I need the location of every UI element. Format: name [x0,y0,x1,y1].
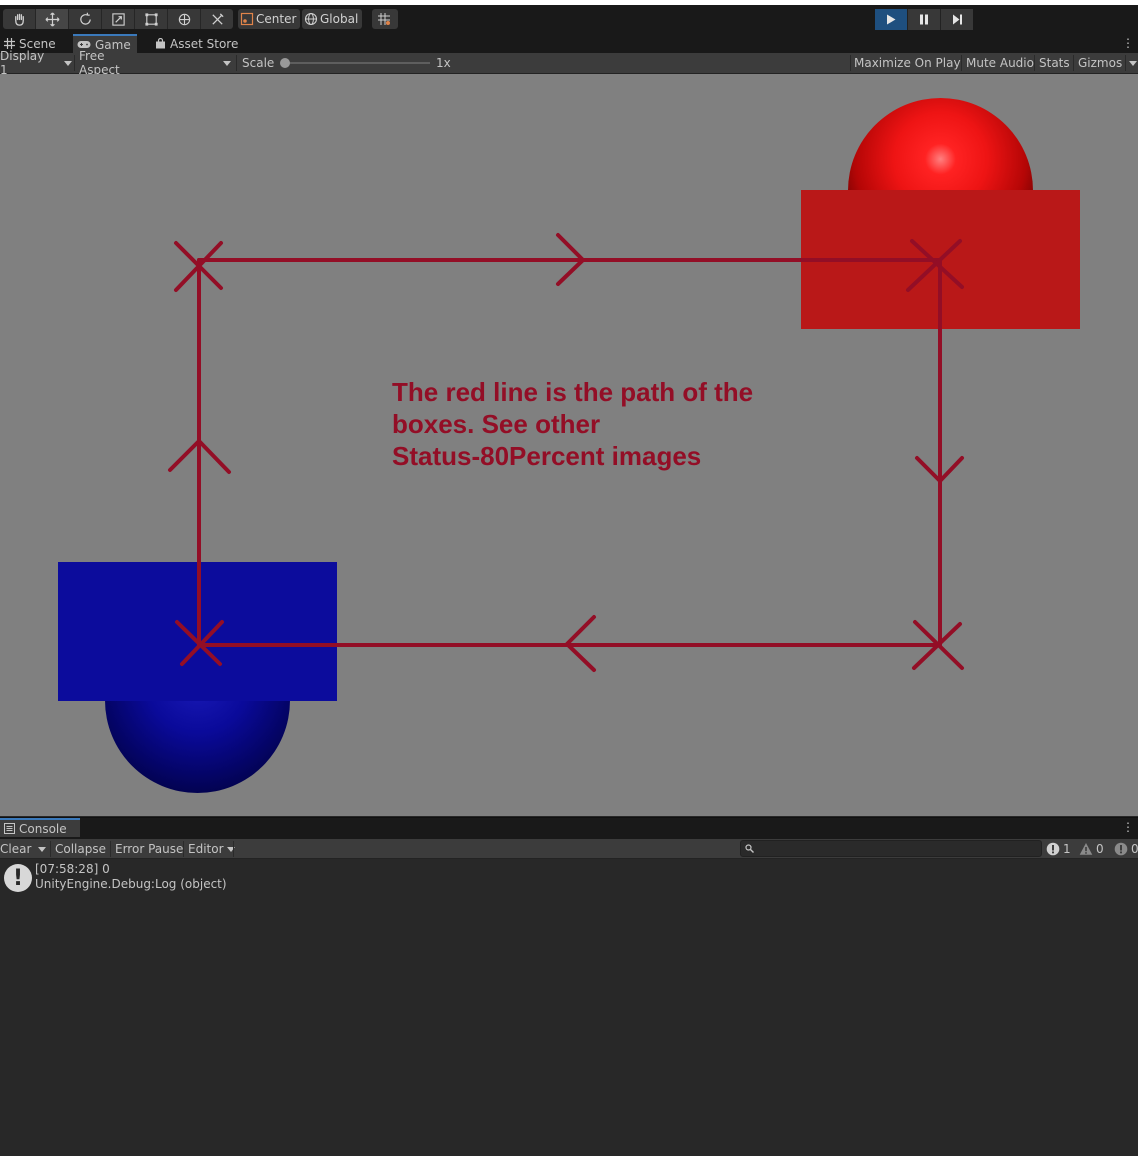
step-icon [952,14,962,25]
path-note-line-1: The red line is the path of the [392,377,754,407]
grid-snap-button[interactable] [372,9,398,29]
console-tab-bar: Console ⋮ [0,817,1138,840]
collapse-toggle[interactable]: Collapse [55,839,106,859]
error-count-toggle[interactable]: 0 [1114,839,1138,858]
pivot-mode-label: Center [256,12,297,26]
main-tab-bar: Scene Game Asset Store ⋮ [0,34,1138,53]
log-count: 1 [1063,841,1071,856]
divider [850,55,851,71]
scale-label: Scale [242,56,275,70]
display-dropdown[interactable]: Display 1 [0,49,72,77]
editor-label: Editor [188,842,224,856]
scale-slider-thumb[interactable] [280,58,290,68]
scale-slider-track[interactable] [285,62,430,64]
path-note-line-3: Status-80Percent images [392,441,702,471]
pause-button[interactable] [908,9,941,30]
tab-console-label: Console [19,821,67,836]
divider [110,841,111,857]
editor-dropdown[interactable]: Editor [188,839,235,859]
divider [1034,55,1035,71]
warning-count-toggle[interactable]: 0 [1079,839,1104,858]
custom-tool-icon[interactable] [201,9,233,29]
console-search-input[interactable] [740,840,1042,857]
log-entry-detail: UnityEngine.Debug:Log (object) [35,877,227,891]
path-note-line-2: boxes. See other [392,409,601,439]
scale-value: 1x [436,56,451,70]
search-icon [745,844,754,853]
pause-icon [920,14,928,25]
pivot-rotation-label: Global [320,12,359,26]
error-icon [1114,842,1128,855]
tab-menu-icon[interactable]: ⋮ [1122,37,1134,49]
hand-tool-icon[interactable] [3,9,36,29]
play-icon [887,14,896,25]
log-count-toggle[interactable]: 1 [1046,839,1071,858]
gizmos-dropdown[interactable] [1129,53,1137,73]
rect-tool-icon[interactable] [135,9,168,29]
divider [50,841,51,857]
gizmos-chevron-down-icon [1129,60,1137,66]
divider [1125,55,1126,71]
stats-toggle[interactable]: Stats [1039,53,1070,73]
error-pause-toggle[interactable]: Error Pause [115,839,183,859]
path-note: The red line is the path of the boxes. S… [392,376,812,472]
playmode-controls [875,9,973,30]
divider [183,841,184,857]
aspect-dropdown[interactable]: Free Aspect [79,49,231,77]
play-button[interactable] [875,9,908,30]
mute-audio-toggle[interactable]: Mute Audio [966,53,1034,73]
main-toolbar: Center Global [0,5,1138,34]
aspect-label: Free Aspect [79,49,120,77]
info-log-entry-icon: ! [4,864,32,892]
clear-chevron-down-icon [38,846,46,852]
display-chevron-down-icon [64,60,72,66]
pivot-mode-toggle[interactable]: Center [238,9,301,29]
warning-icon [1079,842,1093,855]
transform-tools [3,9,233,29]
transform-tool-icon[interactable] [168,9,201,29]
scale-tool-icon[interactable] [102,9,135,29]
move-tool-icon[interactable] [36,9,69,29]
divider [233,841,234,857]
error-count: 0 [1131,841,1138,856]
divider [74,55,75,71]
red-box [801,190,1080,329]
warning-count: 0 [1096,841,1104,856]
display-label: Display 1 [0,49,45,77]
console-icon [4,823,15,834]
tab-console[interactable]: Console [0,818,80,837]
shopping-bag-icon [156,38,165,49]
console-menu-icon[interactable]: ⋮ [1122,821,1134,833]
scene-grid-icon [4,38,15,49]
aspect-chevron-down-icon [223,60,231,66]
tab-asset-store[interactable]: Asset Store [151,34,244,53]
info-log-icon [1046,842,1060,855]
tab-asset-store-label: Asset Store [170,36,239,51]
pivot-center-icon [240,12,254,26]
pivot-rotation-toggle[interactable]: Global [302,9,363,29]
game-view-controlbar: Display 1 Free Aspect Scale 1x Maximize … [0,49,1138,77]
blue-box [58,562,337,701]
globe-icon [304,12,318,26]
rotate-tool-icon[interactable] [69,9,102,29]
divider [1073,55,1074,71]
log-entry-time: [07:58:28] 0 [35,862,110,876]
divider [236,55,237,71]
grid-snap-icon [378,13,390,25]
maximize-on-play-toggle[interactable]: Maximize On Play [854,53,961,73]
gizmos-toggle[interactable]: Gizmos [1078,53,1122,73]
clear-options-dropdown[interactable] [38,839,46,859]
step-button[interactable] [941,9,973,30]
divider [961,55,962,71]
clear-button[interactable]: Clear [0,839,31,859]
